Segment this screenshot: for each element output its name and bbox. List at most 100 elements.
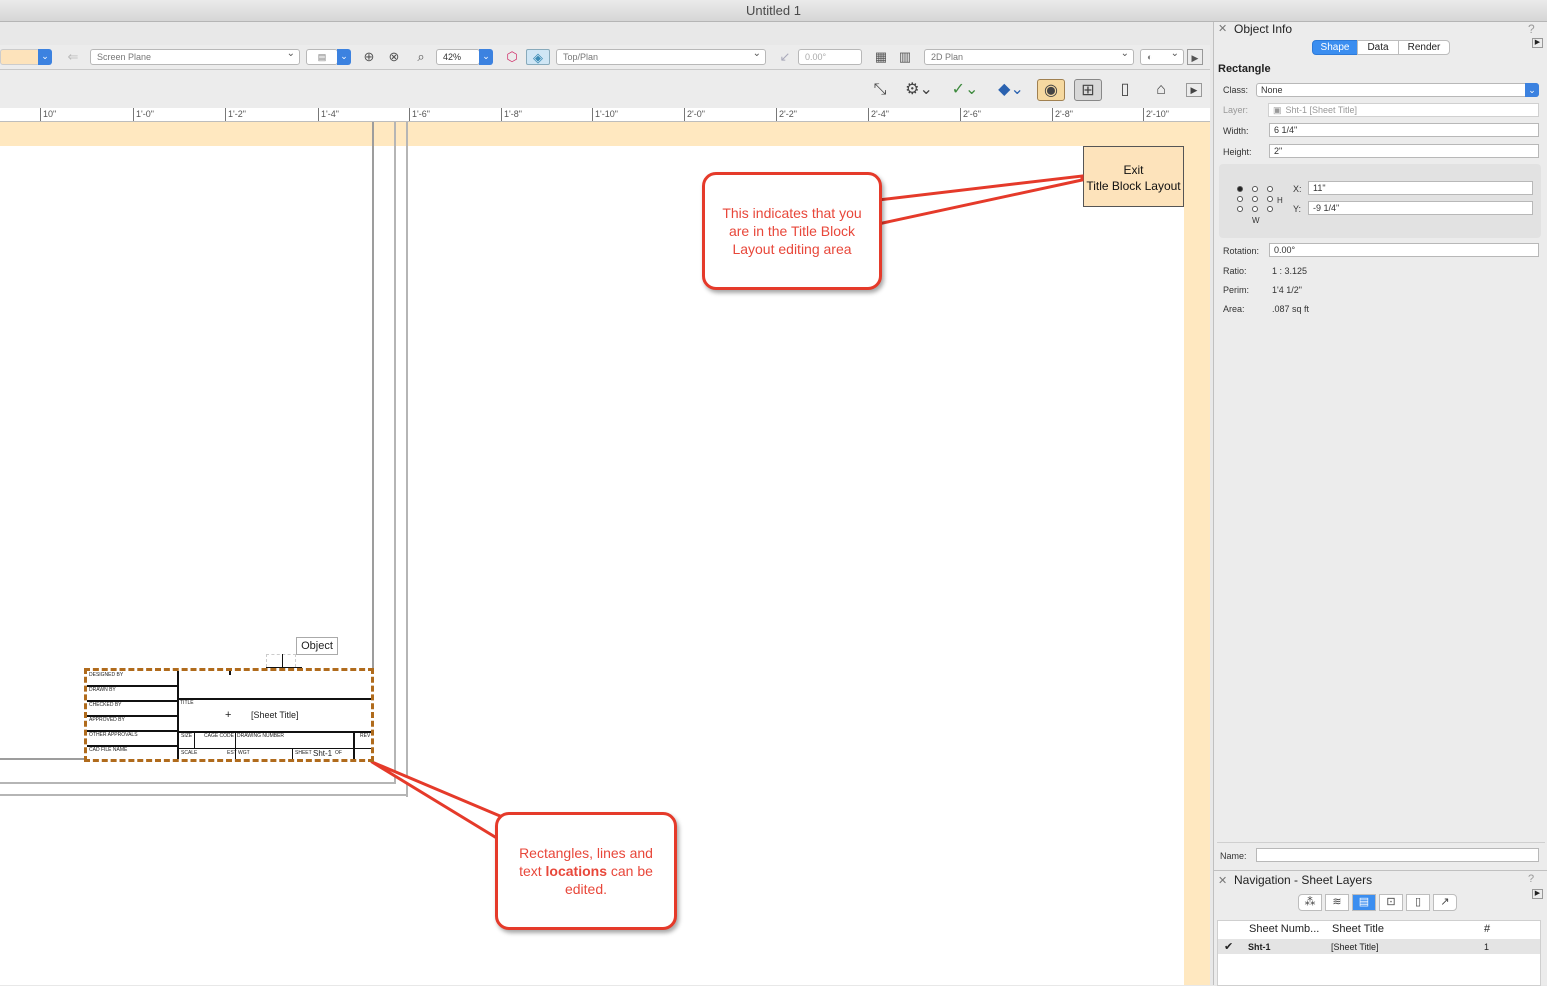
tab-render[interactable]: Render [1398, 40, 1450, 55]
tb-label: REV [360, 733, 371, 739]
expand-arrow-icon[interactable]: ▶ [1187, 49, 1203, 65]
height-label: Height: [1223, 147, 1252, 157]
column-header-title[interactable]: Sheet Title [1332, 923, 1384, 935]
globe-icon[interactable]: ◆⌄ [994, 79, 1028, 101]
layer-monitor-icon: ▣ [1273, 105, 1282, 115]
anchor-mid-left[interactable] [1237, 196, 1243, 202]
title-block[interactable]: DESIGNED BY DRAWN BY CHECKED BY APPROVED… [84, 668, 374, 762]
page-icon[interactable]: ▯ [1111, 79, 1139, 101]
lock-snap-icon[interactable]: ⊞ [1074, 79, 1102, 101]
anchor-center[interactable] [1252, 196, 1258, 202]
zoom-field[interactable]: 42% [436, 49, 480, 65]
exit-title-block-layout-button[interactable]: Exit Title Block Layout [1083, 146, 1184, 207]
rotate-plan-icon[interactable]: ↙ [776, 49, 794, 65]
y-field[interactable]: -9 1/4" [1308, 201, 1533, 215]
ruler-tick: 1'-4" [318, 108, 339, 121]
working-plane-icon[interactable]: ◈ [526, 49, 550, 65]
anchor-bottom-left[interactable] [1237, 206, 1243, 212]
rotation-input[interactable]: 0.00° [1269, 243, 1539, 257]
horizontal-ruler: 10" 1'-0" 1'-2" 1'-4" 1'-6" 1'-8" 1'-10"… [0, 108, 1210, 122]
magnifier-icon[interactable]: ⌕ [412, 49, 430, 65]
drawing-canvas[interactable]: Exit Title Block Layout This indicates t… [0, 122, 1210, 985]
table-row[interactable]: ✔ Sht-1 [Sheet Title] 1 [1218, 939, 1540, 954]
back-arrow-icon[interactable]: ⇐ [62, 49, 84, 65]
nav-close-icon[interactable]: ✕ [1218, 874, 1227, 887]
sheet-number-cell: Sht-1 [1248, 942, 1271, 952]
nav-menu-icon[interactable]: ▶ [1532, 889, 1543, 899]
layer-select[interactable]: ▣ Sht-1 [Sheet Title] [1268, 103, 1539, 117]
toolbar-expand-icon[interactable]: ▶ [1186, 83, 1202, 97]
anchor-top-center[interactable] [1252, 186, 1258, 192]
class-color-swatch[interactable] [0, 49, 40, 65]
rotation-field[interactable]: 0.00° [798, 49, 862, 65]
settings-gear-icon[interactable]: ⚙⌄ [902, 79, 936, 101]
callout-bottom-bold: locations [545, 863, 607, 879]
anchor-bottom-right[interactable] [1267, 206, 1273, 212]
column-header-number[interactable]: Sheet Numb... [1249, 923, 1319, 935]
render-mode-select[interactable]: 2D Plan [924, 47, 1134, 65]
window-title: Untitled 1 [746, 3, 801, 18]
selection-tool-icon[interactable]: ⤡ [866, 79, 894, 101]
nav-references-icon[interactable]: ↗ [1433, 894, 1457, 911]
help-icon[interactable]: ? [1528, 22, 1535, 36]
anchor-mid-right[interactable] [1267, 196, 1273, 202]
y-value: -9 1/4" [1313, 203, 1340, 213]
name-divider [1217, 842, 1545, 843]
callout-pointer-bottom [370, 760, 502, 842]
sheet-title-cell: [Sheet Title] [1331, 942, 1379, 952]
nav-design-layers-icon[interactable]: ≋ [1325, 894, 1349, 911]
plane-select[interactable]: Screen Plane [90, 47, 300, 65]
anchor-bottom-center[interactable] [1252, 206, 1258, 212]
x-field[interactable]: 11" [1308, 181, 1533, 195]
nav-classes-icon[interactable]: ⁂ [1298, 894, 1322, 911]
rotation-input-value: 0.00° [1274, 245, 1296, 255]
tb-label: CAGE CODE [204, 733, 235, 739]
ruler-tick: 2'-8" [1052, 108, 1073, 121]
height-field[interactable]: 2" [1269, 144, 1539, 158]
column-header-count[interactable]: # [1484, 923, 1490, 935]
rotation-label: Rotation: [1223, 246, 1260, 256]
zoom-objects-icon[interactable]: ⊗ [385, 49, 403, 65]
split-view-icon[interactable]: ▥ [896, 49, 914, 65]
class-dropdown-arrow[interactable]: ⌄ [38, 49, 52, 65]
nav-sheet-layers-icon[interactable]: ▤ [1352, 894, 1376, 911]
layer-options-button[interactable]: ▤ [306, 49, 338, 65]
render-mode-label: 2D Plan [931, 52, 964, 62]
tab-shape[interactable]: Shape [1312, 40, 1358, 55]
x-label: X: [1293, 184, 1302, 194]
class-select[interactable]: None [1256, 83, 1539, 97]
zoom-fit-icon[interactable]: ⊕ [360, 49, 378, 65]
tb-label: EST WGT [227, 750, 250, 756]
position-group: H W X: 11" Y: -9 1/4" [1219, 164, 1541, 238]
ruler-tick: 1'-6" [409, 108, 430, 121]
page-edge-bottom [0, 794, 408, 796]
name-field[interactable] [1256, 848, 1539, 862]
anchor-top-right[interactable] [1267, 186, 1273, 192]
folder-icon[interactable]: ⌂ [1147, 79, 1175, 101]
nav-viewports-icon[interactable]: ⊡ [1379, 894, 1403, 911]
ruler-tick: 2'-2" [776, 108, 797, 121]
lighting-select[interactable]: ◐ [1140, 47, 1184, 65]
eye-view-icon[interactable]: ◉ [1037, 79, 1065, 101]
zoom-dropdown-arrow[interactable]: ⌄ [479, 49, 493, 65]
class-dropdown-arrow[interactable]: ⌄ [1525, 83, 1539, 97]
sheet-layers-table: Sheet Numb... Sheet Title # ✔ Sht-1 [She… [1217, 920, 1541, 986]
close-icon[interactable]: ✕ [1218, 22, 1227, 35]
area-value: .087 sq ft [1272, 304, 1310, 314]
palette-menu-icon[interactable]: ▶ [1532, 38, 1543, 48]
view-select[interactable]: Top/Plan [556, 47, 766, 65]
nav-saved-views-icon[interactable]: ▯ [1406, 894, 1430, 911]
active-check-icon[interactable]: ✔ [1224, 940, 1233, 953]
layers-stack-icon[interactable]: ▦ [872, 49, 890, 65]
layer-options-arrow[interactable]: ⌄ [337, 49, 351, 65]
area-label: Area: [1223, 304, 1245, 314]
flyover-icon[interactable]: ⬡ [503, 49, 521, 65]
width-field[interactable]: 6 1/4" [1269, 123, 1539, 137]
tb-label: CHECKED BY [89, 702, 122, 708]
ruler-tick: 1'-8" [501, 108, 522, 121]
tab-data[interactable]: Data [1357, 40, 1399, 55]
anchor-top-left[interactable] [1237, 186, 1243, 192]
snap-check-icon[interactable]: ✓⌄ [948, 79, 982, 101]
nav-help-icon[interactable]: ? [1528, 873, 1534, 885]
ruler-tick: 10" [40, 108, 56, 121]
